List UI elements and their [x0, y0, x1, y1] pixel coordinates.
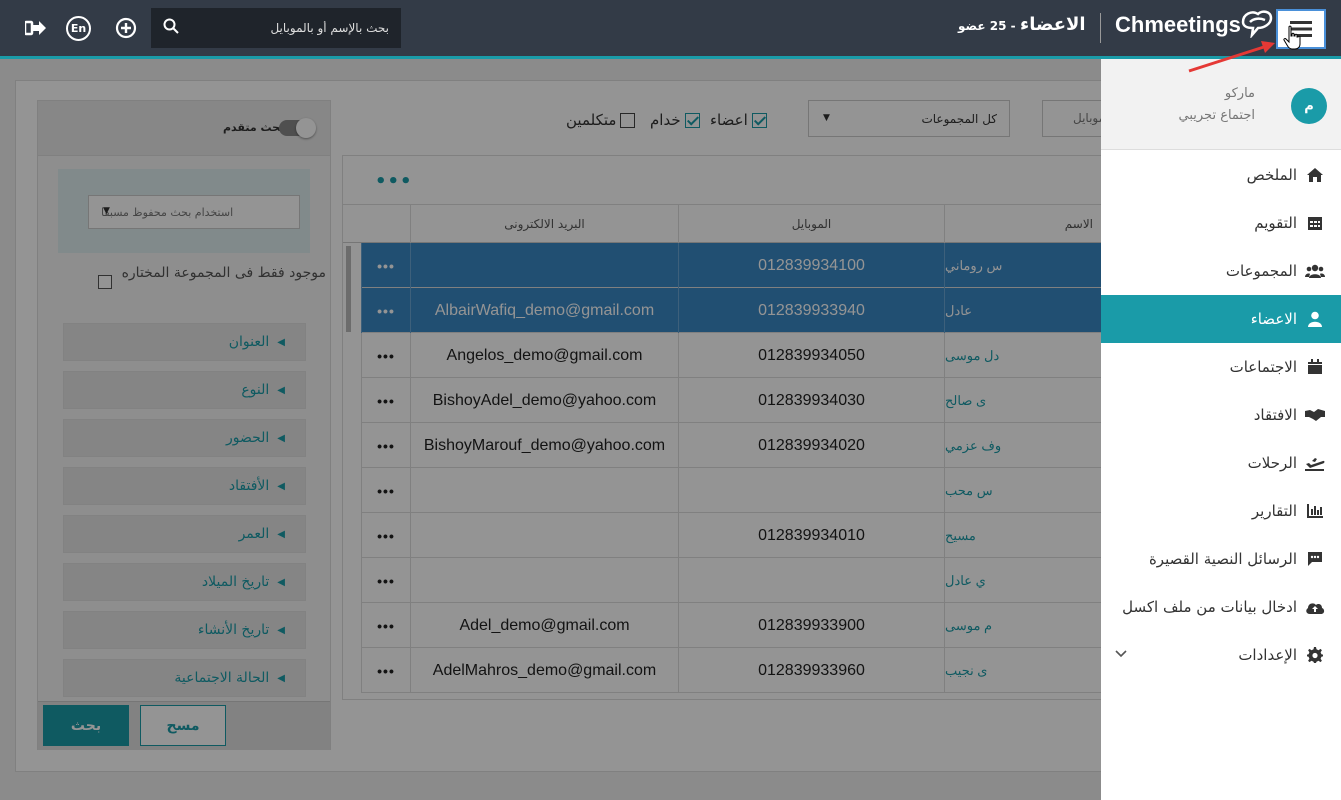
user-meeting: اجتماع تجريبي: [1178, 108, 1256, 123]
sidebar-item-users-group[interactable]: المجموعات: [1101, 247, 1341, 295]
sidebar-item-handshake[interactable]: الافتقاد: [1101, 391, 1341, 439]
sidebar-item-label: التقارير: [1251, 502, 1297, 520]
sidebar-item-cloud-upload[interactable]: ادخال بيانات من ملف اكسل: [1101, 583, 1341, 631]
hand-cursor-icon: [1283, 25, 1301, 50]
sidebar-item-label: الاجتماعات: [1229, 358, 1297, 376]
sidebar-item-label: الرسائل النصية القصيرة: [1148, 550, 1297, 568]
search-icon[interactable]: [163, 18, 179, 38]
sidebar-item-calendar-grid[interactable]: التقويم: [1101, 199, 1341, 247]
sidebar-item-label: الإعدادات: [1238, 646, 1297, 664]
sms-icon: [1305, 550, 1325, 568]
side-menu: م ماركو اجتماع تجريبي الملخص التقويم المجم…: [1101, 59, 1341, 800]
page-title: الاعضاء: [1020, 14, 1086, 35]
sidebar-item-chart[interactable]: التقارير: [1101, 487, 1341, 535]
search-input[interactable]: [189, 21, 389, 35]
sidebar-item-home[interactable]: الملخص: [1101, 151, 1341, 199]
chart-icon: [1305, 502, 1325, 520]
sidebar-item-label: الرحلات: [1247, 454, 1297, 472]
calendar-icon: [1305, 358, 1325, 376]
sidebar-item-label: الاعضاء: [1250, 310, 1297, 328]
member-count: - 25 عضو: [958, 19, 1016, 33]
avatar: م: [1291, 88, 1327, 124]
sidebar-item-label: ادخال بيانات من ملف اكسل: [1122, 598, 1297, 616]
calendar-grid-icon: [1305, 214, 1325, 232]
top-bar: En - 25 عضو الاعضاء Chmeetings: [0, 0, 1341, 56]
user-icon: [1305, 310, 1325, 328]
sidebar-item-plane[interactable]: الرحلات: [1101, 439, 1341, 487]
cloud-upload-icon: [1305, 598, 1325, 616]
add-circle-icon[interactable]: [114, 16, 138, 40]
annotation-arrow-icon: [1188, 41, 1275, 73]
sidebar-item-gear[interactable]: الإعدادات: [1101, 631, 1341, 679]
modal-overlay[interactable]: [0, 59, 1101, 800]
sidebar-item-label: التقويم: [1254, 214, 1297, 232]
sidebar-item-calendar[interactable]: الاجتماعات: [1101, 343, 1341, 391]
logout-icon[interactable]: [24, 16, 48, 40]
sidebar-item-label: المجموعات: [1225, 262, 1297, 280]
user-name: ماركو: [1224, 86, 1255, 101]
plane-icon: [1305, 454, 1325, 472]
gear-icon: [1305, 646, 1325, 664]
divider: [1100, 13, 1101, 43]
brand-name: Chmeetings: [1115, 12, 1241, 37]
brand-logo-icon: [1241, 10, 1273, 38]
search-box: [151, 8, 401, 48]
chevron-down-icon[interactable]: [1115, 647, 1127, 661]
sidebar-item-user[interactable]: الاعضاء: [1101, 295, 1341, 343]
users-group-icon: [1305, 262, 1325, 280]
sidebar-item-label: الملخص: [1246, 166, 1297, 184]
handshake-icon: [1305, 406, 1325, 424]
sidebar-item-label: الافتقاد: [1253, 406, 1297, 424]
home-icon: [1305, 166, 1325, 184]
sidebar-item-sms[interactable]: الرسائل النصية القصيرة: [1101, 535, 1341, 583]
language-toggle[interactable]: En: [66, 16, 91, 41]
